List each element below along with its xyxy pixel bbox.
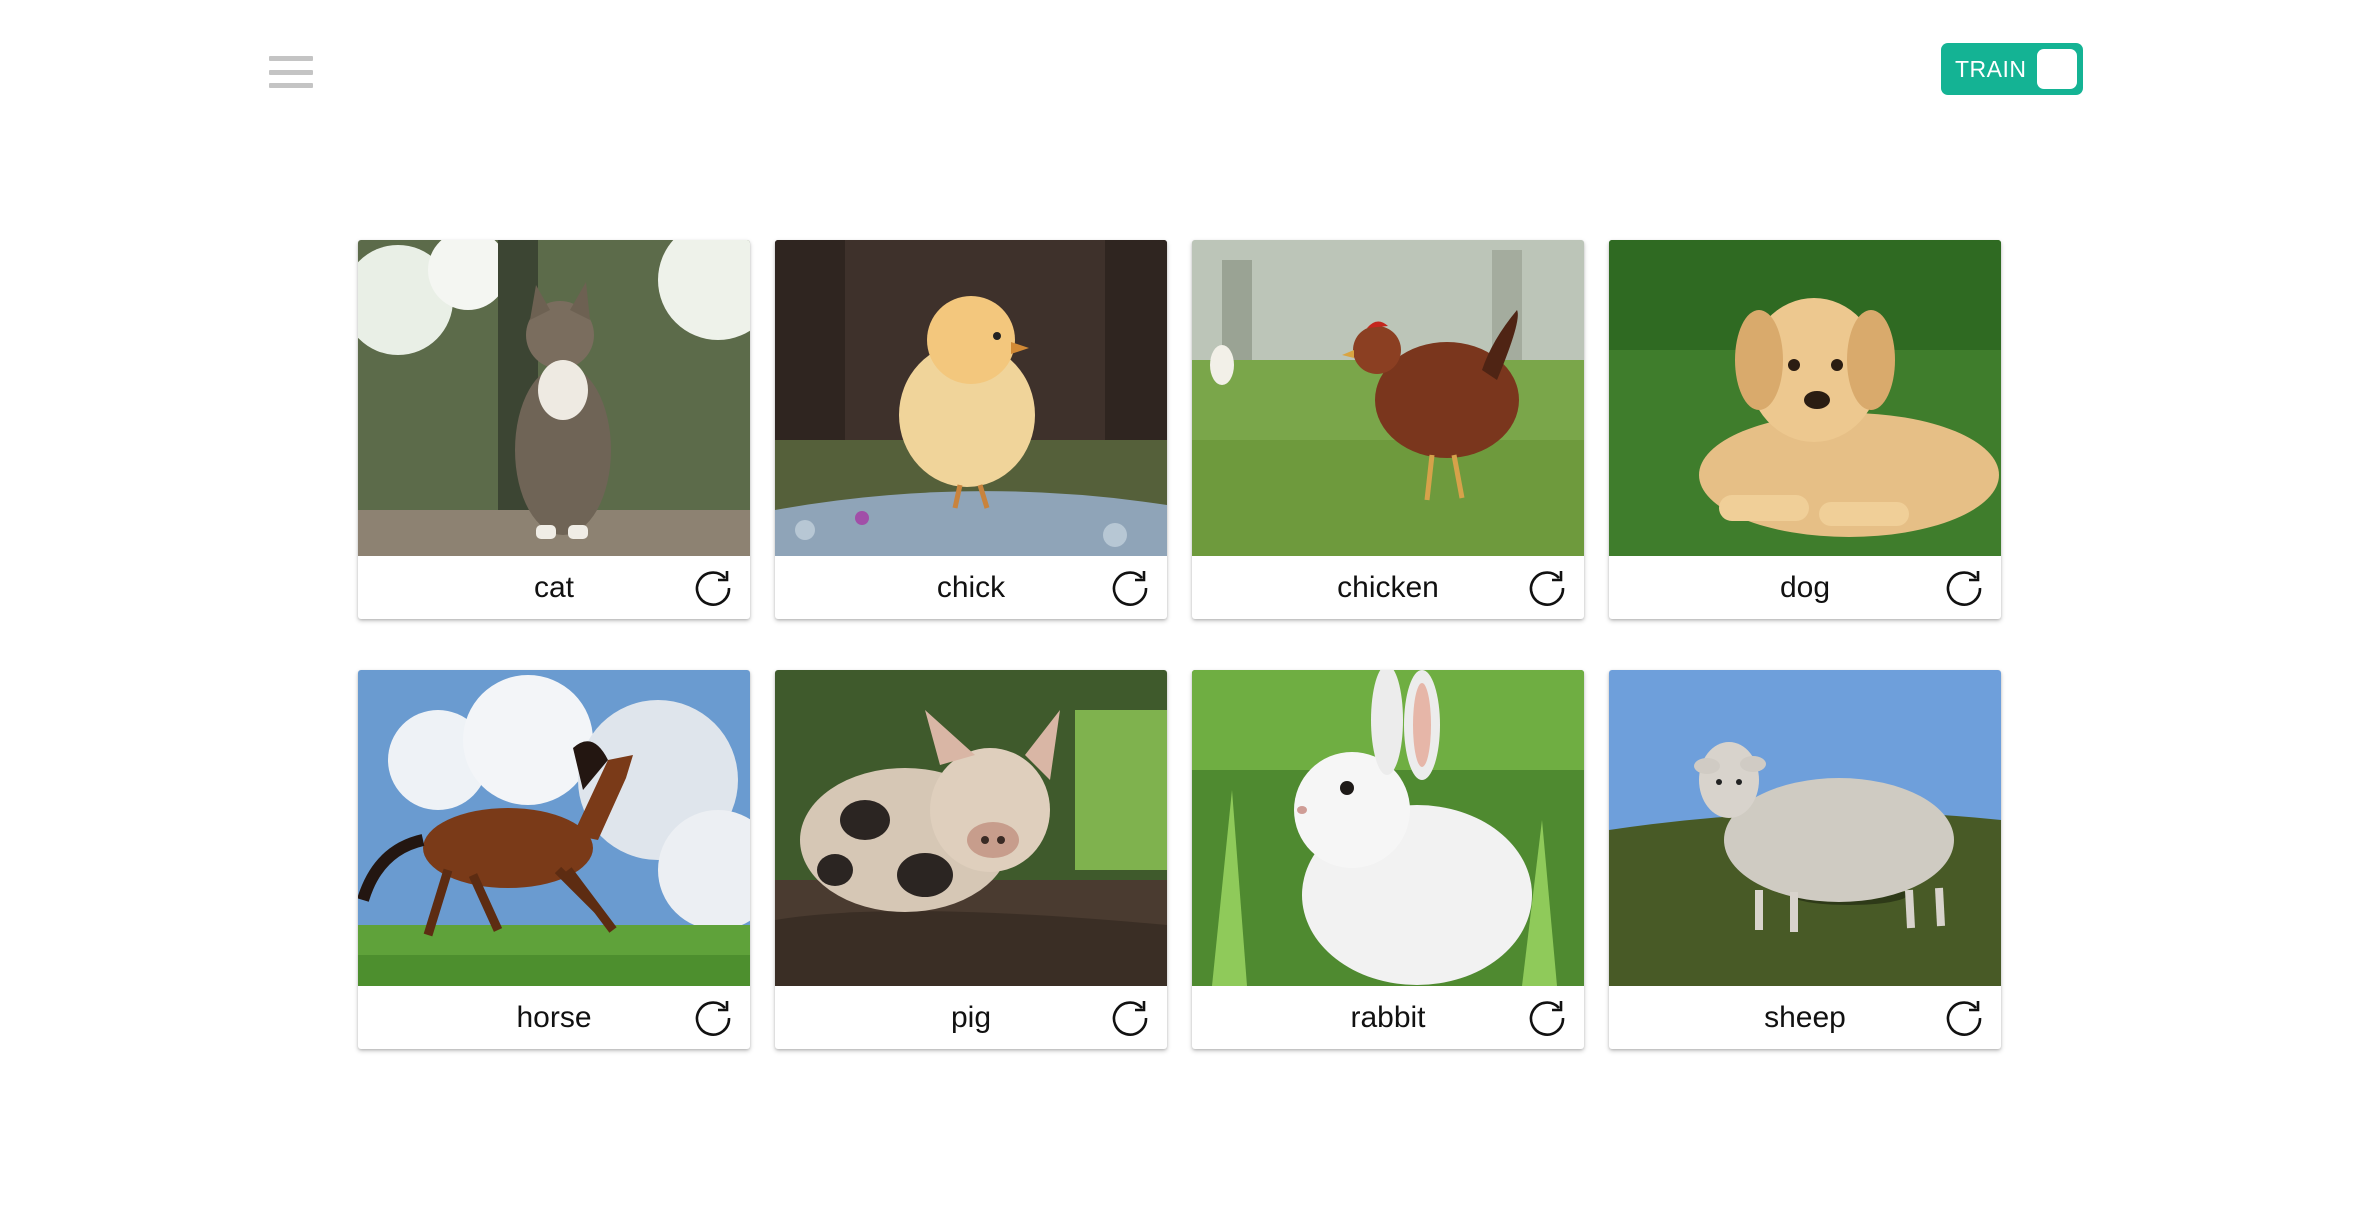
- refresh-icon[interactable]: [692, 566, 734, 608]
- chick-image: [775, 240, 1167, 556]
- refresh-icon[interactable]: [1526, 996, 1568, 1038]
- horse-image: [358, 670, 750, 986]
- card-caption: cat: [358, 556, 750, 619]
- refresh-icon[interactable]: [1109, 996, 1151, 1038]
- menu-line: [269, 69, 313, 75]
- sheep-image: [1609, 670, 2001, 986]
- card-label: chicken: [1337, 570, 1439, 604]
- card-cat[interactable]: cat: [358, 240, 750, 619]
- refresh-icon[interactable]: [1109, 566, 1151, 608]
- card-horse[interactable]: horse: [358, 670, 750, 1049]
- card-rabbit[interactable]: rabbit: [1192, 670, 1584, 1049]
- dog-image: [1609, 240, 2001, 556]
- card-caption: rabbit: [1192, 986, 1584, 1049]
- train-toggle-label: TRAIN: [1955, 55, 2027, 82]
- card-label: chick: [936, 570, 1006, 604]
- card-label: rabbit: [1350, 1000, 1426, 1034]
- refresh-icon[interactable]: [1943, 996, 1985, 1038]
- card-caption: sheep: [1609, 986, 2001, 1049]
- refresh-icon[interactable]: [1526, 566, 1568, 608]
- card-sheep[interactable]: sheep: [1609, 670, 2001, 1049]
- card-label: dog: [1779, 570, 1831, 604]
- rabbit-image: [1192, 670, 1584, 986]
- menu-line: [269, 56, 313, 61]
- pig-image: [775, 670, 1167, 986]
- card-label: pig: [950, 1000, 992, 1034]
- cat-image: [358, 240, 750, 556]
- hamburger-menu-icon[interactable]: [269, 56, 313, 88]
- card-caption: chicken: [1192, 556, 1584, 619]
- image-grid: cat chick chicken dog horse pig rabbit s…: [358, 240, 2008, 1049]
- toggle-knob: [2037, 49, 2077, 89]
- refresh-icon[interactable]: [1943, 566, 1985, 608]
- refresh-icon[interactable]: [692, 996, 734, 1038]
- menu-line: [269, 83, 313, 88]
- card-dog[interactable]: dog: [1609, 240, 2001, 619]
- card-label: cat: [533, 570, 575, 604]
- card-chick[interactable]: chick: [775, 240, 1167, 619]
- card-label: sheep: [1764, 1000, 1846, 1034]
- card-label: horse: [516, 1000, 592, 1034]
- card-pig[interactable]: pig: [775, 670, 1167, 1049]
- train-toggle[interactable]: TRAIN: [1941, 43, 2083, 95]
- card-caption: horse: [358, 986, 750, 1049]
- card-caption: chick: [775, 556, 1167, 619]
- card-caption: dog: [1609, 556, 2001, 619]
- card-chicken[interactable]: chicken: [1192, 240, 1584, 619]
- chicken-image: [1192, 240, 1584, 556]
- card-caption: pig: [775, 986, 1167, 1049]
